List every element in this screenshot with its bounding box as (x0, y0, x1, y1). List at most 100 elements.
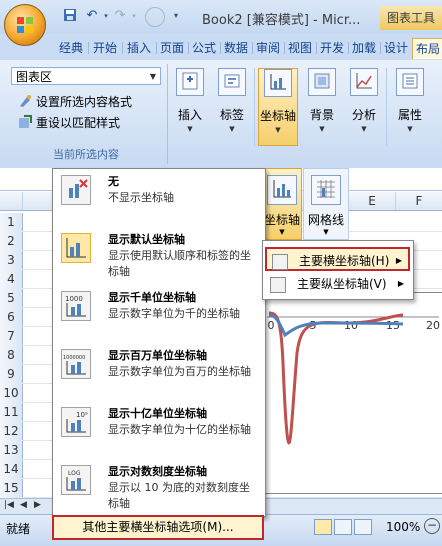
tab-layout[interactable]: 布局 (412, 38, 442, 59)
format-selection-icon (20, 95, 31, 107)
ribbon-tabs: 经典 开始 插入 页面 公式 数据 审阅 视图 开发 加载 设计 布局 (0, 34, 442, 60)
axes-submenu: 主要横坐标轴(H) ▶ 主要纵坐标轴(V) ▶ (262, 240, 414, 300)
tab-classic[interactable]: 经典 (56, 38, 86, 58)
row-header[interactable]: 12 (0, 422, 23, 442)
axes-icon (267, 175, 297, 205)
tab-home[interactable]: 开始 (90, 38, 120, 58)
chart-plot: 0 5 10 15 20 (267, 311, 440, 445)
primary-horizontal-axis-item[interactable]: 主要横坐标轴(H) ▶ (265, 247, 410, 271)
zoom-level[interactable]: 100% (386, 520, 420, 534)
next-sheet-icon[interactable]: ▶ (34, 500, 41, 510)
labels-icon (218, 68, 246, 96)
gallery-item-none[interactable]: 无 不显示坐标轴 (53, 169, 265, 225)
row-header[interactable]: 2 (0, 232, 23, 252)
row-header[interactable]: 11 (0, 403, 23, 423)
chevron-down-icon: ▼ (149, 72, 156, 81)
log-axis-icon: LOG (61, 465, 91, 495)
chevron-right-icon: ▶ (397, 279, 404, 288)
svg-text:1000000: 1000000 (63, 355, 85, 361)
row-header[interactable]: 1 (0, 213, 23, 233)
zoom-out-icon[interactable]: − (424, 518, 440, 534)
page-break-view-icon[interactable] (354, 519, 372, 535)
row-header[interactable]: 8 (0, 346, 23, 366)
gridlines-button[interactable]: 网格线 ▼ (303, 168, 349, 240)
gallery-item-default-axis[interactable]: 显示默认坐标轴 显示使用默认顺序和标签的坐标轴 (53, 227, 265, 283)
x-tick-label: 15 (386, 319, 400, 332)
chevron-right-icon: ▶ (395, 256, 402, 265)
properties-icon (396, 68, 424, 96)
svg-text:1000: 1000 (65, 295, 83, 303)
chart-elements-value: 图表区 (16, 70, 53, 84)
background-icon (308, 68, 336, 96)
tab-view[interactable]: 视图 (286, 38, 314, 58)
vertical-axis-icon (270, 277, 286, 293)
format-selection-button[interactable]: 设置所选内容格式 (18, 93, 132, 110)
row-header[interactable]: 5 (0, 289, 23, 309)
gallery-item-thousands-axis[interactable]: 1000 显示千单位坐标轴 显示数字单位为千的坐标轴 (53, 285, 265, 341)
group-label-current-selection: 当前所选内容 (53, 148, 119, 161)
svg-text:LOG: LOG (68, 470, 81, 477)
office-button[interactable] (4, 4, 46, 46)
x-tick-label: 0 (268, 319, 275, 332)
row-header[interactable]: 3 (0, 251, 23, 271)
tab-design[interactable]: 设计 (382, 38, 410, 58)
tab-developer[interactable]: 开发 (318, 38, 346, 58)
redo-dropdown-icon[interactable]: ▾ (126, 8, 142, 24)
office-logo-icon (17, 17, 33, 33)
axes-icon (264, 69, 292, 97)
tab-review[interactable]: 审阅 (254, 38, 282, 58)
reset-style-icon (19, 115, 32, 128)
properties-button[interactable]: 属性 ▼ (392, 68, 428, 146)
row-header[interactable]: 14 (0, 460, 23, 480)
insert-icon (176, 68, 204, 96)
tab-formula[interactable]: 公式 (190, 38, 218, 58)
thousands-axis-icon: 1000 (61, 291, 91, 321)
tab-insert[interactable]: 插入 (124, 38, 154, 58)
row-header[interactable]: 6 (0, 308, 23, 328)
column-header-f[interactable]: F (396, 192, 442, 210)
tab-addins[interactable]: 加载 (350, 38, 378, 58)
insert-button[interactable]: 插入 ▼ (172, 68, 208, 146)
tab-data[interactable]: 数据 (222, 38, 250, 58)
axes-dropdown-button[interactable]: 坐标轴 ▼ (262, 168, 302, 240)
analysis-button[interactable]: 分析 ▼ (346, 68, 382, 146)
gallery-item-millions-axis[interactable]: 1000000 显示百万单位坐标轴 显示数字单位为百万的坐标轴 (53, 343, 265, 399)
more-axis-options-button[interactable]: 其他主要横坐标轴选项(M)... (52, 515, 264, 540)
reset-to-match-style-button[interactable]: 重设以匹配样式 (18, 114, 120, 131)
first-sheet-icon[interactable]: |◀ (4, 500, 14, 510)
row-header[interactable]: 9 (0, 365, 23, 385)
default-axis-icon (61, 233, 91, 263)
labels-button[interactable]: 标签 ▼ (214, 68, 250, 146)
row-header[interactable]: 4 (0, 270, 23, 290)
customize-qat-icon[interactable]: ▾ (168, 8, 184, 24)
millions-axis-icon: 1000000 (61, 349, 91, 379)
normal-view-icon[interactable] (314, 519, 332, 535)
row-header[interactable]: 7 (0, 327, 23, 347)
circle-button-icon[interactable] (145, 7, 165, 27)
horizontal-axis-icon (272, 254, 288, 270)
gallery-item-billions-axis[interactable]: 10⁹ 显示十亿单位坐标轴 显示数字单位为十亿的坐标轴 (53, 401, 265, 457)
row-header[interactable]: 10 (0, 384, 23, 404)
primary-vertical-axis-item[interactable]: 主要纵坐标轴(V) ▶ (265, 272, 410, 296)
column-header-e[interactable]: E (349, 192, 396, 210)
row-header[interactable]: 15 (0, 479, 23, 499)
gridlines-icon (311, 175, 341, 205)
axes-ribbon-button[interactable]: 坐标轴 ▼ (258, 68, 298, 146)
axis-options-gallery: 无 不显示坐标轴 显示默认坐标轴 显示使用默认顺序和标签的坐标轴 1000 显示… (52, 168, 266, 517)
analysis-icon (350, 68, 378, 96)
embedded-chart[interactable]: 0 5 10 15 20 (262, 292, 442, 494)
gallery-item-log-axis[interactable]: LOG 显示对数刻度坐标轴 显示以 10 为底的对数刻度坐标轴 (53, 459, 265, 515)
row-header[interactable]: 13 (0, 441, 23, 461)
no-axis-icon (61, 175, 91, 205)
status-ready: 就绪 (6, 522, 31, 536)
window-title: Book2 [兼容模式] - Micr... (202, 13, 361, 28)
svg-text:10⁹: 10⁹ (76, 411, 88, 419)
tab-page[interactable]: 页面 (158, 38, 186, 58)
x-tick-label: 10 (344, 319, 358, 332)
prev-sheet-icon[interactable]: ◀ (20, 500, 27, 510)
page-layout-view-icon[interactable] (334, 519, 352, 535)
save-icon[interactable] (62, 8, 78, 24)
chart-elements-dropdown[interactable]: 图表区 ▼ (11, 67, 161, 85)
chart-tools-context-label: 图表工具 (380, 6, 442, 30)
background-button[interactable]: 背景 ▼ (304, 68, 340, 146)
